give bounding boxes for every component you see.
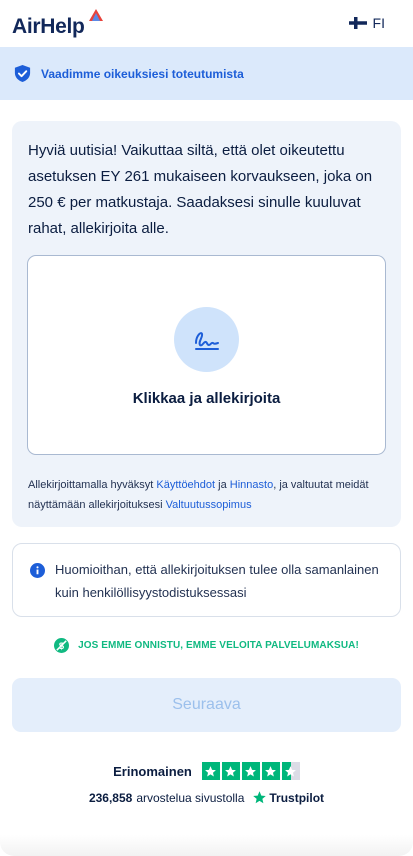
next-button[interactable]: Seuraava [12, 678, 401, 732]
app-header: AirHelp FI [0, 0, 413, 47]
rating-label: Erinomainen [113, 763, 192, 779]
star-rating [201, 762, 300, 780]
trustpilot-reviews: 236,858 arvostelua sivustolla Trustpilot [0, 790, 413, 805]
star-icon [241, 762, 260, 780]
star-icon [261, 762, 280, 780]
rights-banner: Vaadimme oikeuksiesi toteutumista [0, 47, 413, 100]
signature-card: Hyviä uutisia! Vaikuttaa siltä, että ole… [12, 121, 401, 527]
trustpilot-logo[interactable]: Trustpilot [252, 790, 324, 805]
legal-text-part: Allekirjoittamalla hyväksyt [28, 479, 157, 491]
airhelp-logo[interactable]: AirHelp [12, 15, 85, 39]
finland-flag-icon [348, 17, 367, 29]
sign-label: Klikkaa ja allekirjoita [132, 390, 281, 407]
legal-text: Allekirjoittamalla hyväksyt Käyttöehdot … [28, 475, 388, 515]
no-fee-guarantee: $ JOS EMME ONNISTU, EMME VELOITA PALVELU… [0, 638, 413, 653]
star-icon [221, 762, 240, 780]
star-icon [201, 762, 220, 780]
language-selector[interactable]: FI [348, 15, 385, 31]
legal-text-part: ja [215, 479, 230, 491]
logo-mark-icon [89, 9, 103, 21]
shield-check-icon [14, 64, 31, 83]
guarantee-text: JOS EMME ONNISTU, EMME VELOITA PALVELUMA… [78, 640, 359, 651]
review-count: 236,858 [88, 790, 133, 805]
trustpilot-brand: Trustpilot [269, 790, 325, 805]
eligibility-message: Hyviä uutisia! Vaikuttaa siltä, että ole… [28, 142, 373, 237]
language-label: FI [372, 15, 385, 31]
review-text: arvostelua sivustolla [136, 790, 245, 805]
info-icon [30, 563, 45, 578]
signature-icon [194, 331, 219, 350]
signature-icon-circle [174, 307, 239, 372]
half-star-icon [281, 762, 300, 780]
banner-text: Vaadimme oikeuksiesi toteutumista [41, 66, 244, 81]
signature-pad[interactable]: Klikkaa ja allekirjoita [27, 255, 386, 455]
bottom-edge [0, 835, 413, 856]
authorization-link[interactable]: Valtuutussopimus [166, 499, 252, 511]
trustpilot-rating: Erinomainen [0, 762, 413, 780]
pricing-link[interactable]: Hinnasto [230, 479, 273, 491]
signature-notice: Huomioithan, että allekirjoituksen tulee… [12, 543, 401, 617]
notice-text: Huomioithan, että allekirjoituksen tulee… [55, 562, 379, 600]
trustpilot-star-icon [253, 791, 267, 804]
no-fee-icon: $ [54, 638, 70, 653]
terms-link[interactable]: Käyttöehdot [156, 479, 215, 491]
